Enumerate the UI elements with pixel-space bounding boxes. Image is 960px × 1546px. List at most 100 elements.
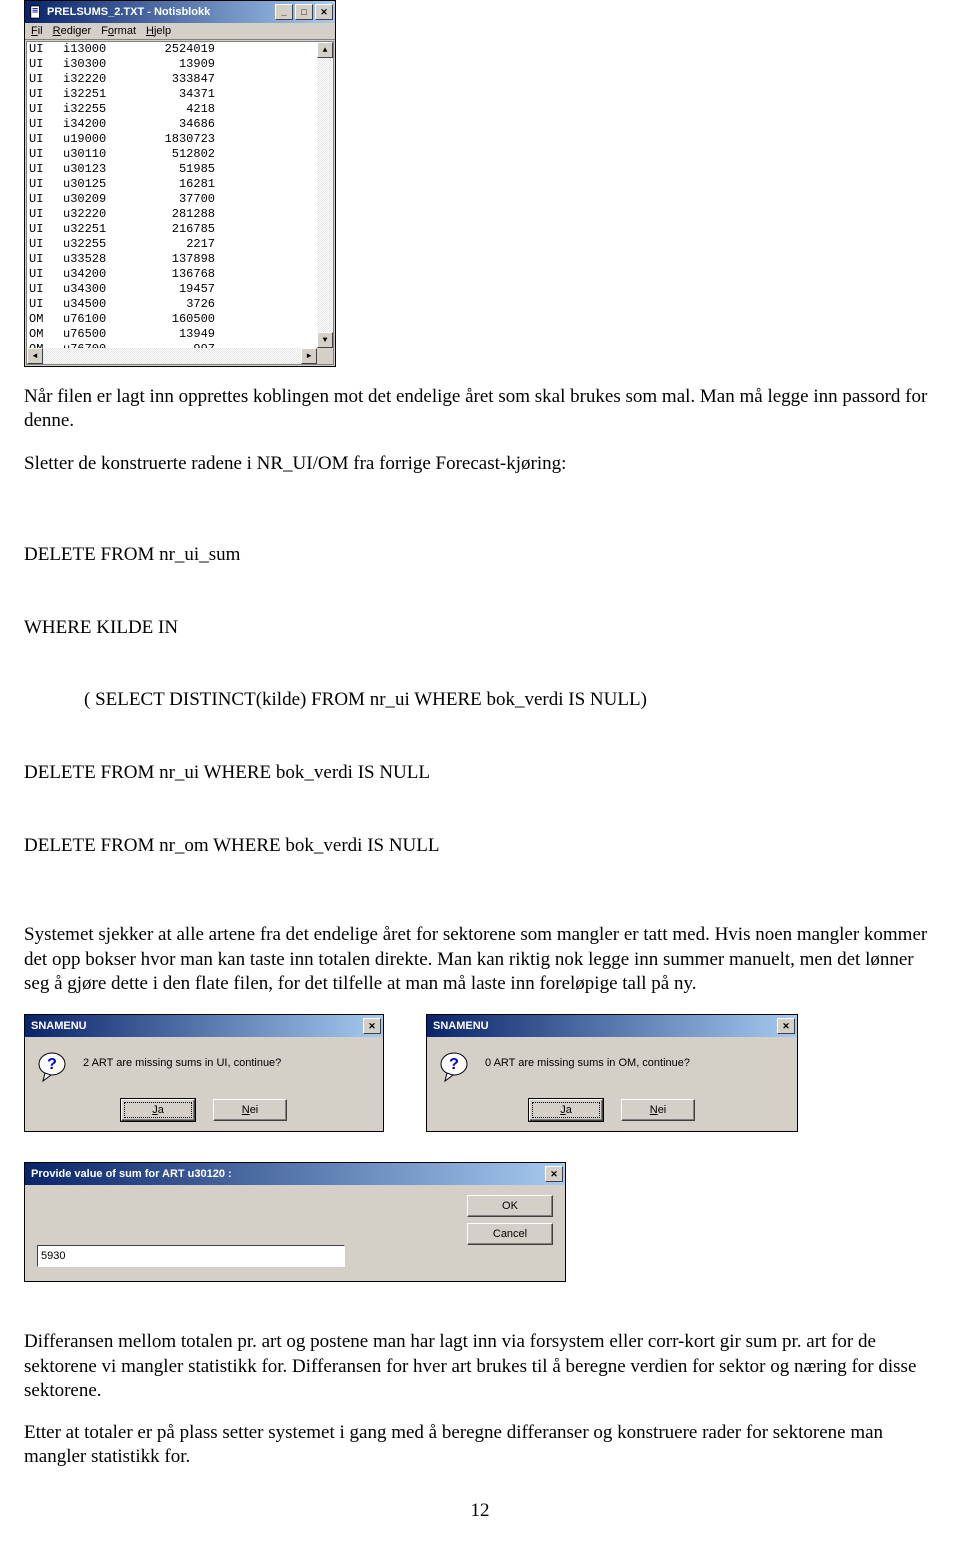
text-cell: 4218 — [141, 102, 233, 117]
text-cell: u33528 — [63, 252, 141, 267]
text-cell: UI — [29, 147, 63, 162]
question-icon: ? — [37, 1051, 69, 1083]
paragraph-2: Sletter de konstruerte radene i NR_UI/OM… — [24, 452, 936, 476]
nei-button[interactable]: Nei — [621, 1099, 695, 1121]
menu-rediger[interactable]: Rediger — [53, 25, 92, 37]
text-cell: 137898 — [141, 252, 233, 267]
text-cell: 2524019 — [141, 42, 233, 57]
text-cell: UI — [29, 297, 63, 312]
notepad-title: PRELSUMS_2.TXT - Notisblokk — [47, 6, 275, 18]
text-cell: u30123 — [63, 162, 141, 177]
scroll-h-track[interactable] — [43, 348, 301, 364]
notepad-titlebar: PRELSUMS_2.TXT - Notisblokk _ □ ✕ — [25, 1, 335, 23]
text-row: UIi3420034686 — [29, 117, 333, 132]
text-row: UIi130002524019 — [29, 42, 333, 57]
text-cell: i34200 — [63, 117, 141, 132]
snamenu-dialog-om: SNAMENU ✕ ? 0 ART are missing sums in OM… — [426, 1014, 798, 1132]
text-row: UIu32220281288 — [29, 207, 333, 222]
menu-hjelp[interactable]: Hjelp — [146, 25, 171, 37]
close-button[interactable]: ✕ — [363, 1018, 381, 1034]
notepad-icon — [29, 5, 43, 19]
text-cell: 34371 — [141, 87, 233, 102]
scroll-left-button[interactable]: ◄ — [27, 348, 43, 364]
text-cell: 281288 — [141, 207, 233, 222]
nei-button[interactable]: Nei — [213, 1099, 287, 1121]
sql-line: ( SELECT DISTINCT(kilde) FROM nr_ui WHER… — [84, 688, 936, 712]
text-cell: 16281 — [141, 177, 233, 192]
cancel-button[interactable]: Cancel — [467, 1223, 553, 1245]
vertical-scrollbar[interactable]: ▲ ▼ — [317, 42, 333, 348]
text-cell: 2217 — [141, 237, 233, 252]
text-cell: 333847 — [141, 72, 233, 87]
scroll-v-track[interactable] — [317, 58, 333, 332]
notepad-textarea[interactable]: UIi130002524019UIi3030013909UIi322203338… — [26, 41, 334, 365]
ok-button[interactable]: OK — [467, 1195, 553, 1217]
text-cell: 136768 — [141, 267, 233, 282]
menu-fil[interactable]: Fil — [31, 25, 43, 37]
text-cell: UI — [29, 87, 63, 102]
close-button[interactable]: ✕ — [545, 1166, 563, 1182]
dialog-message: 2 ART are missing sums in UI, continue? — [83, 1051, 291, 1069]
close-button[interactable]: ✕ — [777, 1018, 795, 1034]
question-icon: ? — [439, 1051, 471, 1083]
svg-text:?: ? — [449, 1056, 459, 1073]
text-cell: UI — [29, 117, 63, 132]
scroll-down-button[interactable]: ▼ — [317, 332, 333, 348]
notepad-window: PRELSUMS_2.TXT - Notisblokk _ □ ✕ Fil Re… — [24, 0, 336, 367]
sql-line: WHERE KILDE IN — [24, 616, 936, 640]
provide-value-dialog: Provide value of sum for ART u30120 : ✕ … — [24, 1162, 566, 1282]
text-cell: UI — [29, 192, 63, 207]
dialog-titlebar: SNAMENU ✕ — [427, 1015, 797, 1037]
text-row: UIu3012516281 — [29, 177, 333, 192]
text-cell: u34300 — [63, 282, 141, 297]
horizontal-scrollbar[interactable]: ◄ ► — [27, 348, 317, 364]
text-cell: 1830723 — [141, 132, 233, 147]
menu-format[interactable]: Format — [101, 25, 136, 37]
maximize-button[interactable]: □ — [295, 4, 313, 20]
text-row: UIu322552217 — [29, 237, 333, 252]
dialog-title: SNAMENU — [31, 1020, 87, 1032]
text-cell: UI — [29, 207, 63, 222]
sql-line: DELETE FROM nr_ui WHERE bok_verdi IS NUL… — [24, 761, 936, 785]
text-row: UIu3020937700 — [29, 192, 333, 207]
minimize-button[interactable]: _ — [275, 4, 293, 20]
text-cell: 3726 — [141, 297, 233, 312]
text-cell: 13949 — [141, 327, 233, 342]
text-row: UIi322554218 — [29, 102, 333, 117]
text-cell: 13909 — [141, 57, 233, 72]
scroll-up-button[interactable]: ▲ — [317, 42, 333, 58]
text-cell: UI — [29, 237, 63, 252]
text-cell: UI — [29, 102, 63, 117]
paragraph-1: Når filen er lagt inn opprettes koblinge… — [24, 385, 936, 434]
text-cell: i32251 — [63, 87, 141, 102]
text-row: UIu34200136768 — [29, 267, 333, 282]
text-cell: 37700 — [141, 192, 233, 207]
text-cell: UI — [29, 132, 63, 147]
text-cell: i32255 — [63, 102, 141, 117]
text-cell: UI — [29, 162, 63, 177]
snamenu-dialog-ui: SNAMENU ✕ ? 2 ART are missing sums in UI… — [24, 1014, 384, 1132]
dialog-titlebar: SNAMENU ✕ — [25, 1015, 383, 1037]
text-cell: UI — [29, 42, 63, 57]
text-row: OMu76100160500 — [29, 312, 333, 327]
text-row: UIi3225134371 — [29, 87, 333, 102]
text-cell: u76100 — [63, 312, 141, 327]
text-cell: u30125 — [63, 177, 141, 192]
ja-button[interactable]: Ja — [121, 1099, 195, 1121]
text-cell: i30300 — [63, 57, 141, 72]
close-button[interactable]: ✕ — [315, 4, 333, 20]
text-row: OMu7650013949 — [29, 327, 333, 342]
text-row: UIu3430019457 — [29, 282, 333, 297]
text-cell: 512802 — [141, 147, 233, 162]
page-number: 12 — [24, 1500, 936, 1522]
text-cell: UI — [29, 222, 63, 237]
text-cell: UI — [29, 72, 63, 87]
ja-button[interactable]: Ja — [529, 1099, 603, 1121]
text-cell: u34200 — [63, 267, 141, 282]
text-cell: 34686 — [141, 117, 233, 132]
sum-value-input[interactable] — [37, 1245, 345, 1267]
scroll-right-button[interactable]: ► — [301, 348, 317, 364]
text-cell: UI — [29, 282, 63, 297]
text-cell: u19000 — [63, 132, 141, 147]
text-row: UIi3030013909 — [29, 57, 333, 72]
